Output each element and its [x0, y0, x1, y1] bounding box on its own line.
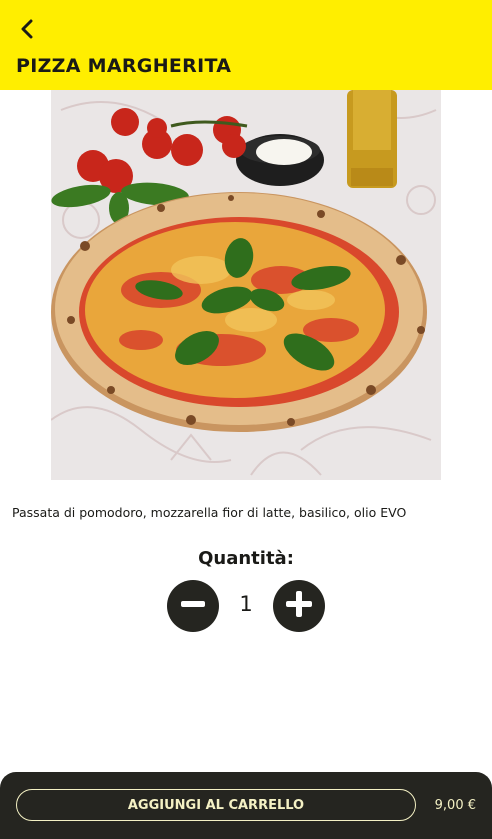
cart-footer: AGGIUNGI AL CARRELLO 9,00 €	[0, 772, 492, 839]
product-image	[51, 90, 441, 480]
decrease-quantity-button[interactable]	[167, 580, 219, 632]
plus-icon	[285, 590, 313, 622]
product-price: 9,00 €	[434, 798, 476, 813]
add-to-cart-button[interactable]: AGGIUNGI AL CARRELLO	[16, 789, 416, 821]
back-button[interactable]	[14, 18, 40, 44]
increase-quantity-button[interactable]	[273, 580, 325, 632]
page-title: PIZZA MARGHERITA	[16, 55, 232, 77]
quantity-value: 1	[239, 592, 253, 616]
product-description: Passata di pomodoro, mozzarella fior di …	[12, 505, 407, 520]
app-header: PIZZA MARGHERITA	[0, 0, 492, 90]
minus-icon	[180, 591, 206, 621]
quantity-label: Quantità:	[198, 548, 294, 569]
chevron-left-icon	[19, 19, 35, 43]
